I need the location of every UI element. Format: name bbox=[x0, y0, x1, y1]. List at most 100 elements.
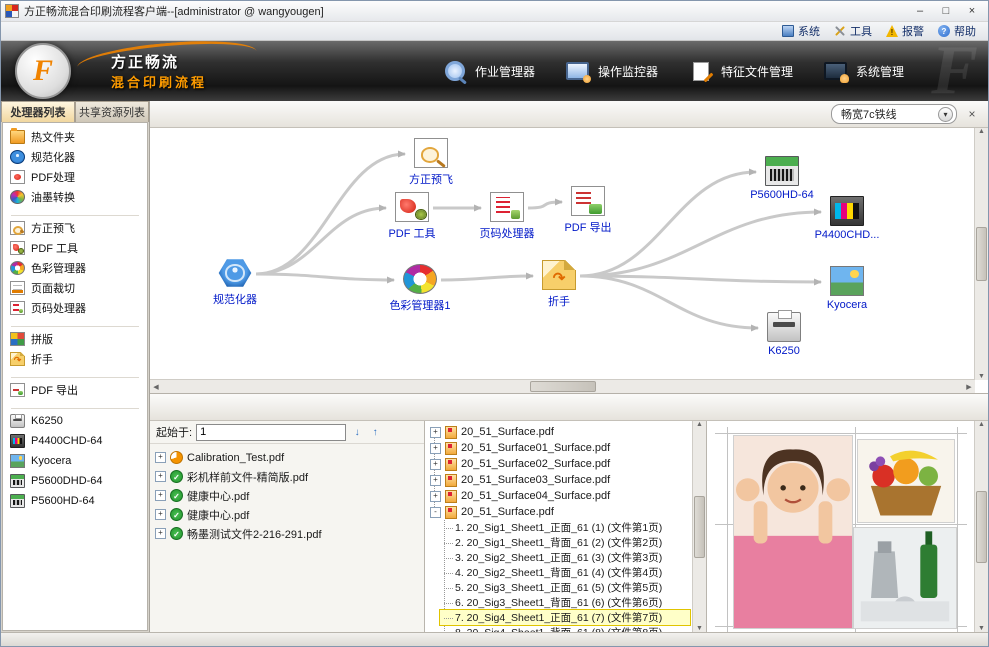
scroll-left-icon[interactable]: ◀ bbox=[150, 383, 162, 391]
page-row[interactable]: 4. 20_Sig2_Sheet1_背面_61 (4) (文件第4页) bbox=[440, 565, 690, 580]
chevron-down-icon[interactable] bbox=[938, 107, 953, 122]
job-row[interactable]: + 健康中心.pdf bbox=[155, 486, 419, 505]
sidebar-item[interactable]: 方正预飞 bbox=[3, 218, 147, 238]
menu-item[interactable]: 帮助 bbox=[938, 23, 976, 39]
workflow-node-p4400chd[interactable]: P4400CHD... bbox=[812, 196, 882, 241]
move-down-icon[interactable] bbox=[350, 425, 364, 439]
sidebar-item[interactable]: 油墨转换 bbox=[3, 187, 147, 207]
sidebar-item[interactable]: Kyocera bbox=[3, 451, 147, 471]
file-row[interactable]: + 20_51_Surface02_Surface.pdf bbox=[430, 456, 690, 472]
move-up-icon[interactable] bbox=[368, 425, 382, 439]
sidebar-item[interactable]: 规范化器 bbox=[3, 147, 147, 167]
expander-icon[interactable]: + bbox=[155, 490, 166, 501]
header-button[interactable]: 系统管理 bbox=[823, 59, 904, 83]
sidebar-item[interactable]: P5600HD-64 bbox=[3, 491, 147, 511]
file-row[interactable]: - 20_51_Surface.pdf bbox=[430, 504, 690, 520]
sidebar-item[interactable]: 热文件夹 bbox=[3, 127, 147, 147]
workflow-node-normalizer[interactable]: 规范化器 bbox=[200, 258, 270, 307]
sidebar-item[interactable] bbox=[11, 320, 139, 327]
page-row[interactable]: 7. 20_Sig4_Sheet1_正面_61 (7) (文件第7页) bbox=[440, 610, 690, 625]
file-row[interactable]: + 20_51_Surface04_Surface.pdf bbox=[430, 488, 690, 504]
sidebar-item[interactable]: PDF 导出 bbox=[3, 380, 147, 400]
job-row[interactable]: + 健康中心.pdf bbox=[155, 505, 419, 524]
expander-icon[interactable]: - bbox=[430, 507, 441, 518]
file-row[interactable]: + 20_51_Surface03_Surface.pdf bbox=[430, 472, 690, 488]
close-button[interactable]: × bbox=[960, 3, 984, 19]
scroll-up-icon[interactable]: ▲ bbox=[976, 128, 988, 135]
sidebar-item[interactable]: 拼版 bbox=[3, 329, 147, 349]
scroll-down-icon[interactable]: ▼ bbox=[976, 373, 988, 380]
sidebar-item[interactable]: PDF处理 bbox=[3, 167, 147, 187]
header-button[interactable]: 操作监控器 bbox=[565, 59, 658, 83]
workflow-node-k6250[interactable]: K6250 bbox=[749, 312, 819, 357]
menu-item[interactable]: 工具 bbox=[834, 23, 872, 39]
scroll-up-icon[interactable]: ▲ bbox=[978, 421, 985, 428]
page-row[interactable]: 6. 20_Sig3_Sheet1_背面_61 (6) (文件第6页) bbox=[440, 595, 690, 610]
scroll-up-icon[interactable]: ▲ bbox=[696, 421, 703, 428]
header-button[interactable]: 作业管理器 bbox=[442, 59, 535, 83]
preview-scrollbar[interactable]: ▲ ▼ bbox=[974, 421, 988, 632]
expander-icon[interactable]: + bbox=[430, 427, 441, 438]
sidebar-item[interactable]: 页码处理器 bbox=[3, 298, 147, 318]
file-row[interactable]: + 20_51_Surface.pdf bbox=[430, 424, 690, 440]
sidebar-item[interactable]: P5600DHD-64 bbox=[3, 471, 147, 491]
file-row[interactable]: + 20_51_Surface01_Surface.pdf bbox=[430, 440, 690, 456]
menu-item[interactable]: 系统 bbox=[782, 23, 820, 39]
workflow-node-preflight[interactable]: 方正预飞 bbox=[396, 138, 466, 187]
sidebar-item[interactable]: P4400CHD-64 bbox=[3, 431, 147, 451]
job-row[interactable]: + Calibration_Test.pdf bbox=[155, 448, 419, 467]
page-row[interactable]: 3. 20_Sig2_Sheet1_正面_61 (3) (文件第3页) bbox=[440, 550, 690, 565]
expander-icon[interactable]: + bbox=[430, 443, 441, 454]
expander-icon[interactable]: + bbox=[430, 459, 441, 470]
job-row[interactable]: + 畅墨测试文件2-216-291.pdf bbox=[155, 524, 419, 543]
maximize-button[interactable]: □ bbox=[934, 3, 958, 19]
scroll-down-icon[interactable]: ▼ bbox=[696, 625, 703, 632]
header-button[interactable]: 特征文件管理 bbox=[688, 59, 793, 83]
files-scrollbar[interactable]: ▲ ▼ bbox=[692, 421, 706, 632]
scroll-thumb[interactable] bbox=[694, 496, 705, 558]
sidebar-item[interactable]: 色彩管理器 bbox=[3, 258, 147, 278]
scroll-thumb[interactable] bbox=[976, 227, 987, 281]
scroll-thumb[interactable] bbox=[530, 381, 596, 392]
menu-item[interactable]: 报警 bbox=[886, 23, 924, 39]
workflow-node-p5600hd[interactable]: P5600HD-64 bbox=[747, 156, 817, 201]
sidebar-item[interactable] bbox=[11, 209, 139, 216]
canvas-hscrollbar[interactable]: ◀ ▶ bbox=[150, 379, 975, 393]
minimize-button[interactable]: – bbox=[908, 3, 932, 19]
sidebar-item[interactable]: 页面裁切 bbox=[3, 278, 147, 298]
tab-processor-list[interactable]: 处理器列表 bbox=[1, 101, 75, 122]
page-row[interactable]: 5. 20_Sig3_Sheet1_正面_61 (5) (文件第5页) bbox=[440, 580, 690, 595]
canvas-close-button[interactable] bbox=[964, 106, 980, 122]
page-row[interactable]: 1. 20_Sig1_Sheet1_正面_61 (1) (文件第1页) bbox=[440, 520, 690, 535]
expander-icon[interactable]: + bbox=[155, 528, 166, 539]
page-row[interactable]: 2. 20_Sig1_Sheet1_背面_61 (2) (文件第2页) bbox=[440, 535, 690, 550]
node-label: PDF 导出 bbox=[564, 219, 611, 235]
expander-icon[interactable]: + bbox=[155, 452, 166, 463]
expander-icon[interactable]: + bbox=[155, 509, 166, 520]
workflow-node-pdftool[interactable]: PDF 工具 bbox=[377, 192, 447, 241]
workflow-node-pagenum[interactable]: 页码处理器 bbox=[472, 192, 542, 241]
sidebar-item[interactable] bbox=[11, 371, 139, 378]
workflow-canvas[interactable]: 规范化器 方正预飞 PDF 工具色彩管理器1 页码处理器 PDF 导出折手 P5600HD… bbox=[150, 128, 975, 380]
workflow-node-pdfexport[interactable]: PDF 导出 bbox=[553, 186, 623, 235]
page-row[interactable]: 8. 20_Sig4_Sheet1_背面_61 (8) (文件第8页) bbox=[440, 625, 690, 632]
workflow-node-colormgr1[interactable]: 色彩管理器1 bbox=[385, 264, 455, 313]
scroll-down-icon[interactable]: ▼ bbox=[978, 625, 985, 632]
workflow-node-kyocera[interactable]: Kyocera bbox=[812, 266, 882, 311]
flow-combo[interactable]: 畅宽7c铁线 bbox=[831, 104, 957, 124]
tab-shared-resources[interactable]: 共享资源列表 bbox=[75, 101, 149, 122]
sidebar-item[interactable]: 折手 bbox=[3, 349, 147, 369]
title-bar: 方正畅流混合印刷流程客户端--[administrator @ wangyoug… bbox=[1, 1, 988, 22]
workflow-node-fold[interactable]: 折手 bbox=[524, 260, 594, 309]
expander-icon[interactable]: + bbox=[155, 471, 166, 482]
sidebar-item[interactable]: PDF 工具 bbox=[3, 238, 147, 258]
sidebar-item[interactable] bbox=[11, 402, 139, 409]
start-page-input[interactable] bbox=[196, 424, 346, 441]
job-row[interactable]: + 彩机样前文件-精简版.pdf bbox=[155, 467, 419, 486]
canvas-vscrollbar[interactable]: ▲ ▼ bbox=[974, 128, 988, 380]
expander-icon[interactable]: + bbox=[430, 491, 441, 502]
scroll-thumb[interactable] bbox=[976, 491, 987, 563]
expander-icon[interactable]: + bbox=[430, 475, 441, 486]
scroll-right-icon[interactable]: ▶ bbox=[963, 383, 975, 391]
sidebar-item[interactable]: K6250 bbox=[3, 411, 147, 431]
